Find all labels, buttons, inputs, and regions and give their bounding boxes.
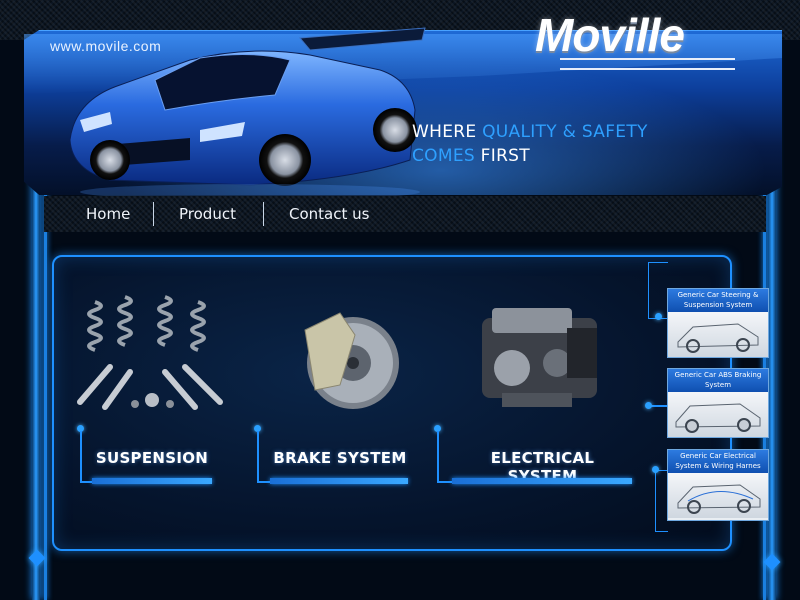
nav-separator: [153, 202, 154, 226]
label-underline: [452, 478, 632, 484]
label-underline: [92, 478, 212, 484]
nav-separator: [263, 202, 264, 226]
engine-icon[interactable]: [472, 298, 607, 418]
label-bracket: [257, 431, 271, 483]
side-card-title: Generic Car ABS Braking System: [668, 369, 768, 392]
side-card-electrical-wiring[interactable]: Generic Car Electrical System & Wiring H…: [667, 449, 769, 521]
product-label-brake-system[interactable]: BRAKE SYSTEM: [272, 449, 408, 467]
label-bracket: [80, 431, 92, 483]
car-abs-icon: [668, 392, 768, 437]
tagline-word: WHERE: [412, 122, 477, 142]
main-nav: Home Product Contact us: [44, 196, 766, 232]
tagline-word: FIRST: [480, 146, 530, 166]
car-wiring-icon: [668, 473, 768, 518]
header: www.movile.com Moville WHERE QUALITY & S…: [0, 0, 800, 200]
nav-home[interactable]: Home: [86, 196, 130, 232]
site-url: www.movile.com: [50, 38, 162, 54]
side-card-steering-suspension[interactable]: Generic Car Steering & Suspension System: [667, 288, 769, 358]
suspension-springs-icon[interactable]: [70, 292, 235, 417]
connector-dot: [655, 313, 662, 320]
product-label-suspension[interactable]: SUSPENSION: [92, 449, 212, 467]
card-connector: [648, 262, 668, 319]
connector-dot: [652, 466, 659, 473]
label-underline: [270, 478, 408, 484]
logo-underline: [560, 58, 735, 70]
connector-dot: [645, 402, 652, 409]
left-inner-rail: [44, 190, 47, 600]
label-bracket: [437, 431, 453, 483]
tagline: WHERE QUALITY & SAFETY COMES FIRST: [412, 120, 648, 168]
tagline-highlight: QUALITY & SAFETY: [482, 122, 648, 142]
brake-disc-icon[interactable]: [295, 305, 400, 417]
page-frame: www.movile.com Moville WHERE QUALITY & S…: [0, 0, 800, 600]
side-card-abs-braking[interactable]: Generic Car ABS Braking System: [667, 368, 769, 438]
corner-diamond: [763, 553, 781, 571]
nav-product[interactable]: Product: [179, 196, 236, 232]
brand-logo[interactable]: Moville: [535, 8, 685, 62]
side-card-title: Generic Car Electrical System & Wiring H…: [668, 450, 768, 473]
nav-contact-us[interactable]: Contact us: [289, 196, 369, 232]
side-card-title: Generic Car Steering & Suspension System: [668, 289, 768, 312]
car-chassis-icon: [668, 312, 768, 357]
tagline-highlight: COMES: [412, 146, 475, 166]
